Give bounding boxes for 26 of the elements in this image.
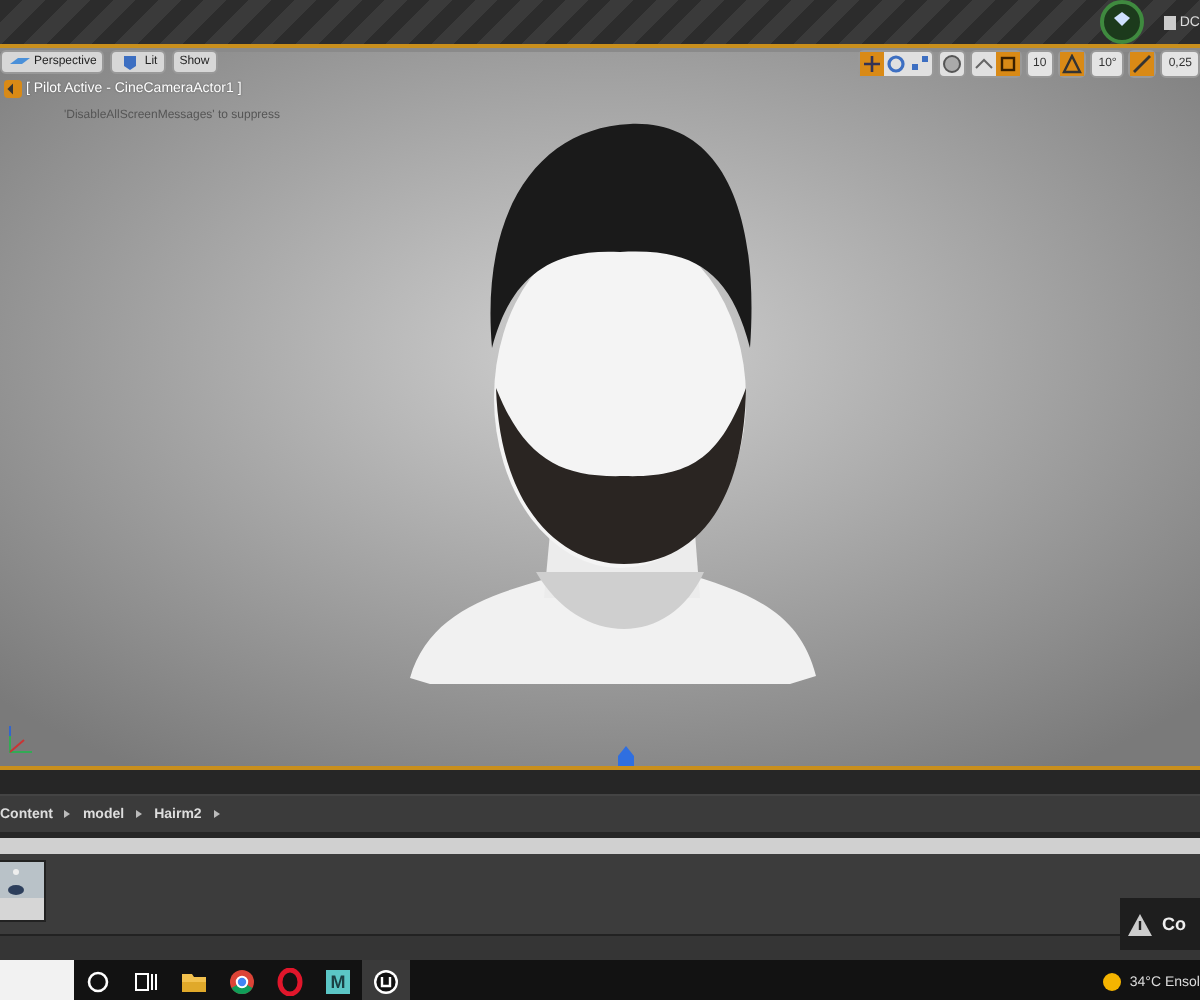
caret-icon	[973, 54, 994, 74]
triangle-icon	[1062, 54, 1083, 74]
scale-snap-button[interactable]	[1130, 52, 1155, 76]
grid-icon	[997, 54, 1018, 74]
globe-icon	[941, 54, 962, 74]
move-icon	[861, 54, 882, 74]
warning-icon	[1128, 913, 1152, 935]
axis-gizmo-icon	[4, 724, 34, 754]
sun-icon	[1101, 972, 1122, 992]
grid-snap-button[interactable]	[995, 52, 1020, 76]
world-space-button[interactable]	[939, 52, 964, 76]
scale-tool-button[interactable]	[907, 52, 932, 76]
unreal-icon[interactable]	[362, 960, 410, 1000]
search-field[interactable]	[0, 960, 74, 1000]
scale-icon	[909, 54, 930, 74]
eject-button[interactable]	[4, 80, 22, 98]
diagonal-line-icon	[1132, 54, 1153, 74]
chevron-icon	[136, 810, 143, 818]
chevron-icon	[64, 810, 71, 818]
notification-text: Co	[1162, 914, 1186, 934]
chevron-icon	[213, 810, 220, 818]
rotate-tool-button[interactable]	[883, 52, 908, 76]
pivot-marker-icon	[618, 746, 634, 766]
rotate-icon	[885, 54, 906, 74]
translate-tool-button[interactable]	[859, 52, 884, 76]
rotation-snap-button[interactable]	[1060, 52, 1085, 76]
